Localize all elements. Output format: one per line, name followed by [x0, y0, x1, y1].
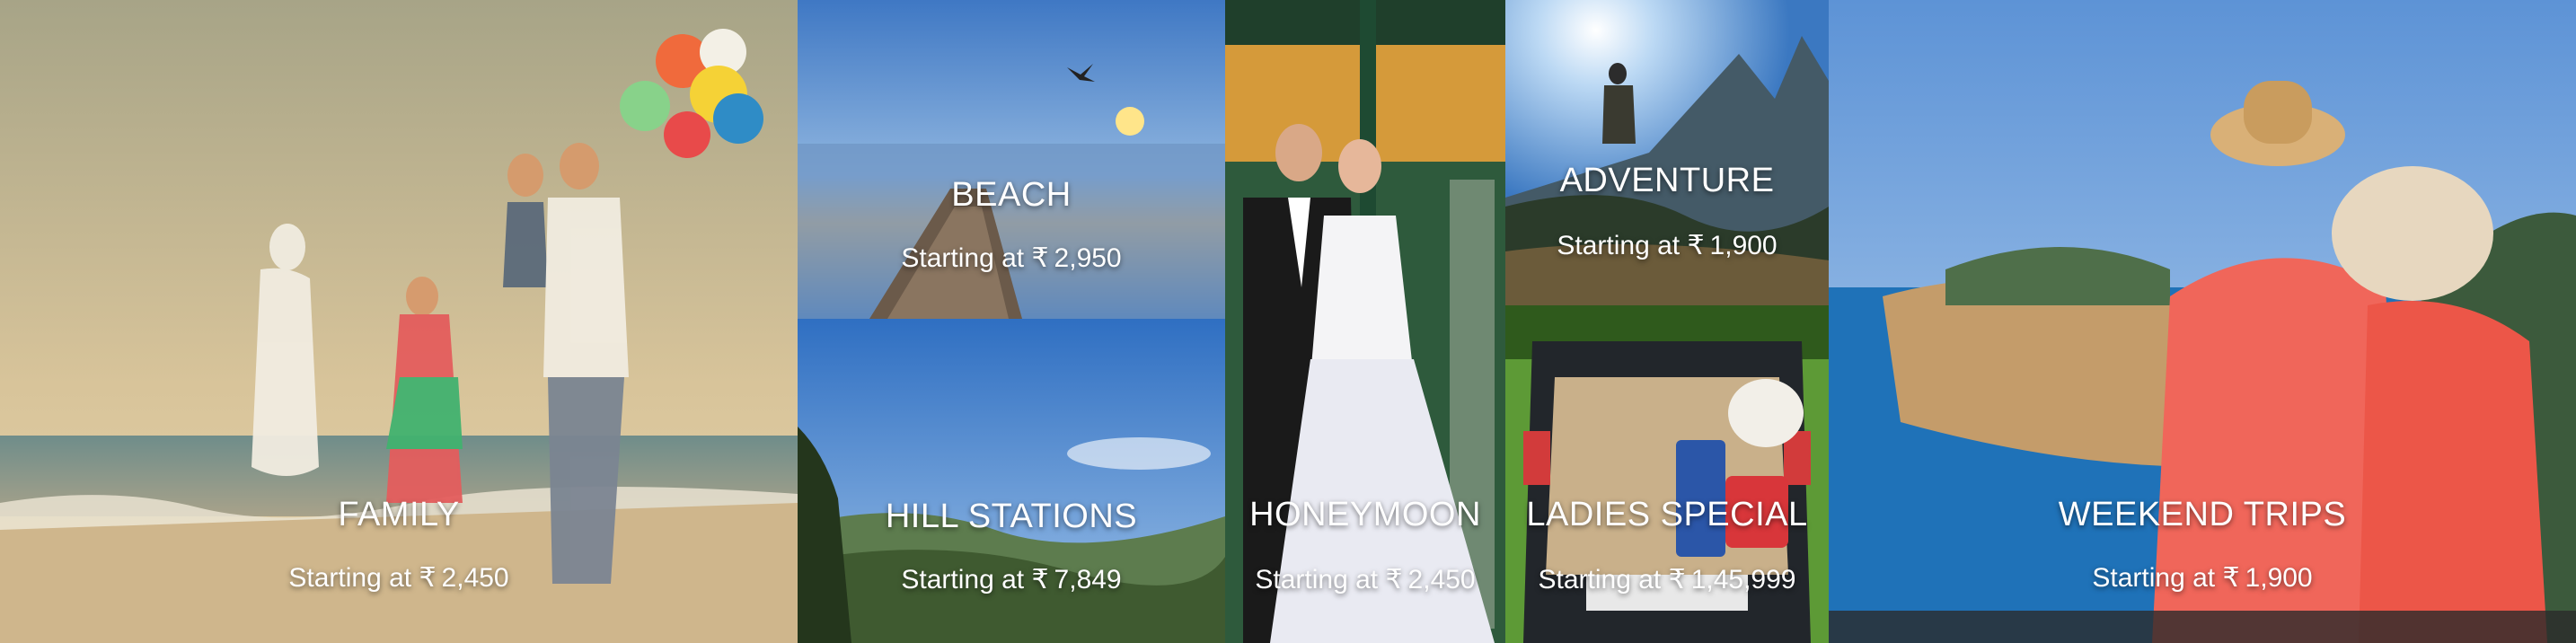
tile-title: HONEYMOON — [1249, 496, 1481, 533]
price-prefix: Starting at — [288, 563, 412, 593]
rupee-icon: ₹ — [1031, 243, 1049, 273]
tile-price: Starting at ₹2,950 — [798, 242, 1225, 274]
tile-beach[interactable]: BEACH Starting at ₹2,950 — [798, 0, 1225, 319]
price-value: 2,950 — [1054, 243, 1122, 273]
tile-title: LADIES SPECIAL — [1526, 496, 1808, 533]
price-prefix: Starting at — [901, 565, 1025, 595]
tile-ladies-special[interactable]: LADIES SPECIAL Starting at ₹1,45,999 — [1505, 305, 1829, 643]
price-value: 1,45,999 — [1690, 565, 1796, 595]
rupee-icon: ₹ — [1031, 565, 1049, 595]
tile-title: BEACH — [951, 176, 1072, 214]
price-value: 2,450 — [441, 563, 509, 593]
family-beach-photo — [0, 0, 798, 643]
tile-family[interactable]: FAMILY Starting at ₹2,450 — [0, 0, 798, 643]
tile-title: FAMILY — [338, 496, 460, 533]
price-value: 1,900 — [2245, 563, 2313, 593]
tile-price: Starting at ₹1,900 — [1829, 562, 2576, 594]
weekend-trips-couple-photo — [1829, 0, 2576, 643]
rupee-icon: ₹ — [1385, 565, 1403, 595]
tile-price: Starting at ₹7,849 — [798, 564, 1225, 595]
tile-honeymoon[interactable]: HONEYMOON Starting at ₹2,450 — [1225, 0, 1505, 643]
price-value: 7,849 — [1054, 565, 1122, 595]
rupee-icon: ₹ — [1687, 231, 1705, 260]
tile-price: Starting at ₹2,450 — [1225, 564, 1505, 595]
tile-title: HILL STATIONS — [885, 498, 1138, 535]
price-prefix: Starting at — [1255, 565, 1379, 595]
rupee-icon: ₹ — [1668, 565, 1686, 595]
tile-hill-stations[interactable]: HILL STATIONS Starting at ₹7,849 — [798, 319, 1225, 643]
price-prefix: Starting at — [2092, 563, 2216, 593]
price-prefix: Starting at — [901, 243, 1025, 273]
destination-grid: FAMILY Starting at ₹2,450 BEACH Starting… — [0, 0, 2576, 643]
honeymoon-couple-photo — [1225, 0, 1505, 643]
price-value: 1,900 — [1709, 231, 1778, 260]
price-prefix: Starting at — [1557, 231, 1681, 260]
price-prefix: Starting at — [1538, 565, 1662, 595]
tile-adventure[interactable]: ADVENTURE Starting at ₹1,900 — [1505, 0, 1829, 305]
rupee-icon: ₹ — [2222, 563, 2240, 593]
tile-weekend-trips[interactable]: WEEKEND TRIPS Starting at ₹1,900 — [1829, 0, 2576, 643]
tile-price: Starting at ₹1,45,999 — [1505, 564, 1829, 595]
price-value: 2,450 — [1407, 565, 1476, 595]
tile-title: WEEKEND TRIPS — [2058, 496, 2347, 533]
tile-price: Starting at ₹2,450 — [0, 562, 798, 594]
tile-title: ADVENTURE — [1559, 162, 1775, 199]
rupee-icon: ₹ — [419, 563, 437, 593]
tile-price: Starting at ₹1,900 — [1505, 230, 1829, 261]
